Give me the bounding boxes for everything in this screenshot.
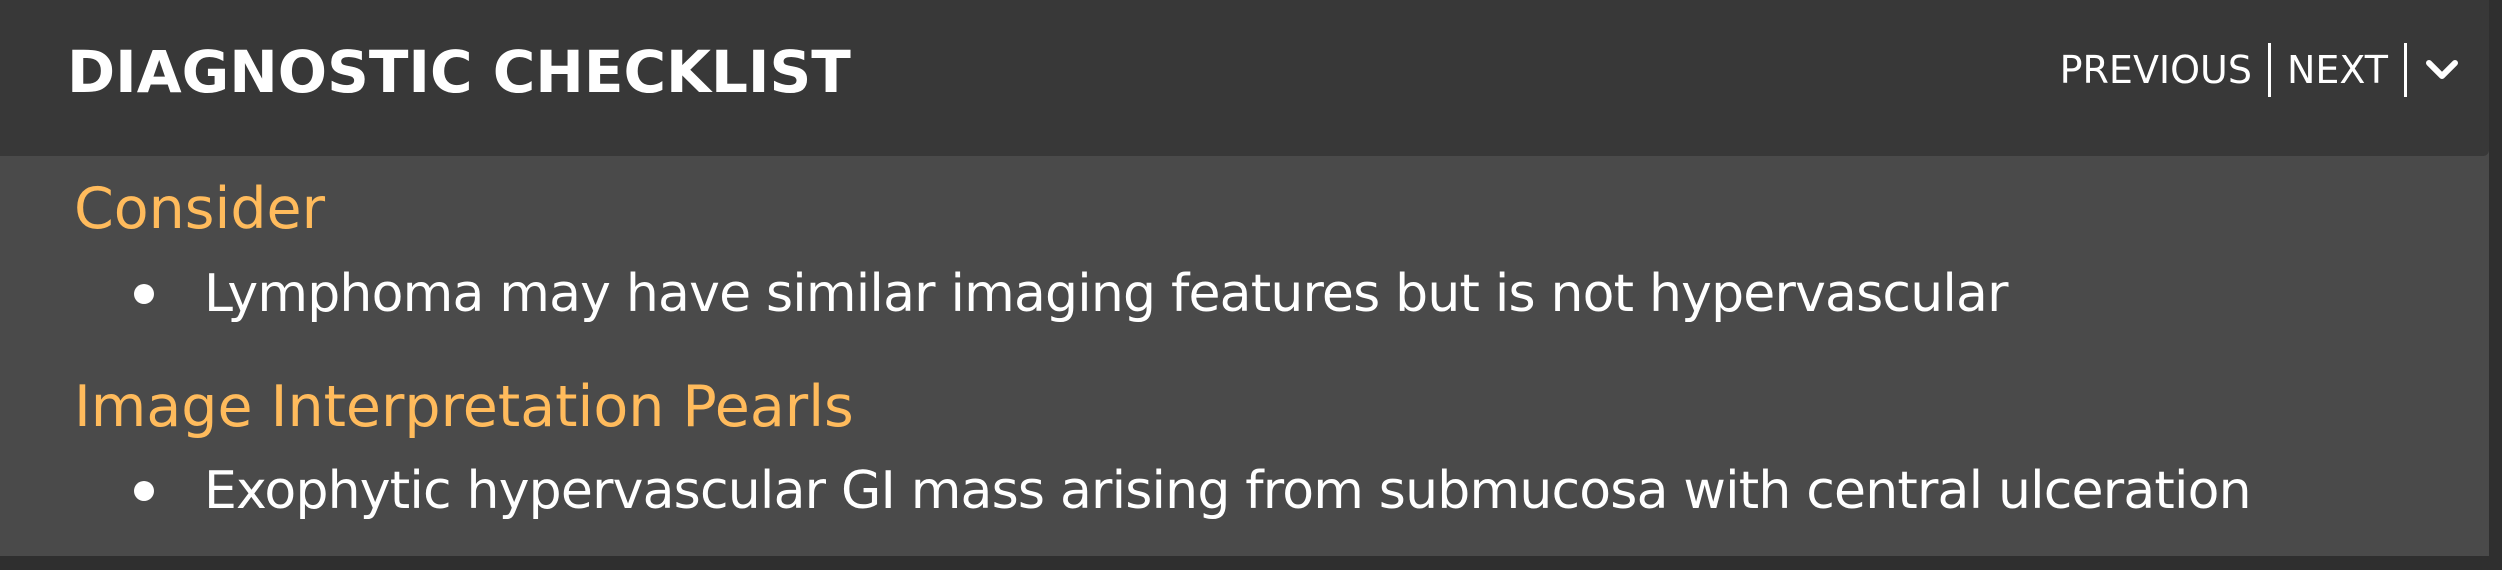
section-heading-consider: Consider <box>74 176 326 242</box>
chevron-down-icon <box>2426 60 2458 79</box>
panel-header: DIAGNOSTIC CHECKLIST PREVIOUS NEXT <box>0 0 2489 156</box>
bullet-icon <box>134 284 154 304</box>
diagnostic-checklist-panel: DIAGNOSTIC CHECKLIST PREVIOUS NEXT Consi… <box>0 0 2489 556</box>
next-link[interactable]: NEXT <box>2271 48 2404 92</box>
list-item: Exophytic hypervascular GI mass arising … <box>134 461 2252 521</box>
list-item-text: Exophytic hypervascular GI mass arising … <box>204 461 2252 521</box>
collapse-toggle-button[interactable] <box>2407 58 2465 82</box>
list-item-text: Lymphoma may have similar imaging featur… <box>204 264 2008 324</box>
pager-nav: PREVIOUS NEXT <box>2044 42 2465 98</box>
section-heading-image-interpretation-pearls: Image Interpretation Pearls <box>74 374 854 440</box>
panel-title: DIAGNOSTIC CHECKLIST <box>67 38 851 106</box>
previous-link[interactable]: PREVIOUS <box>2044 48 2268 92</box>
list-item: Lymphoma may have similar imaging featur… <box>134 264 2008 324</box>
bullet-icon <box>134 481 154 501</box>
panel-body: Consider Lymphoma may have similar imagi… <box>0 156 2489 556</box>
